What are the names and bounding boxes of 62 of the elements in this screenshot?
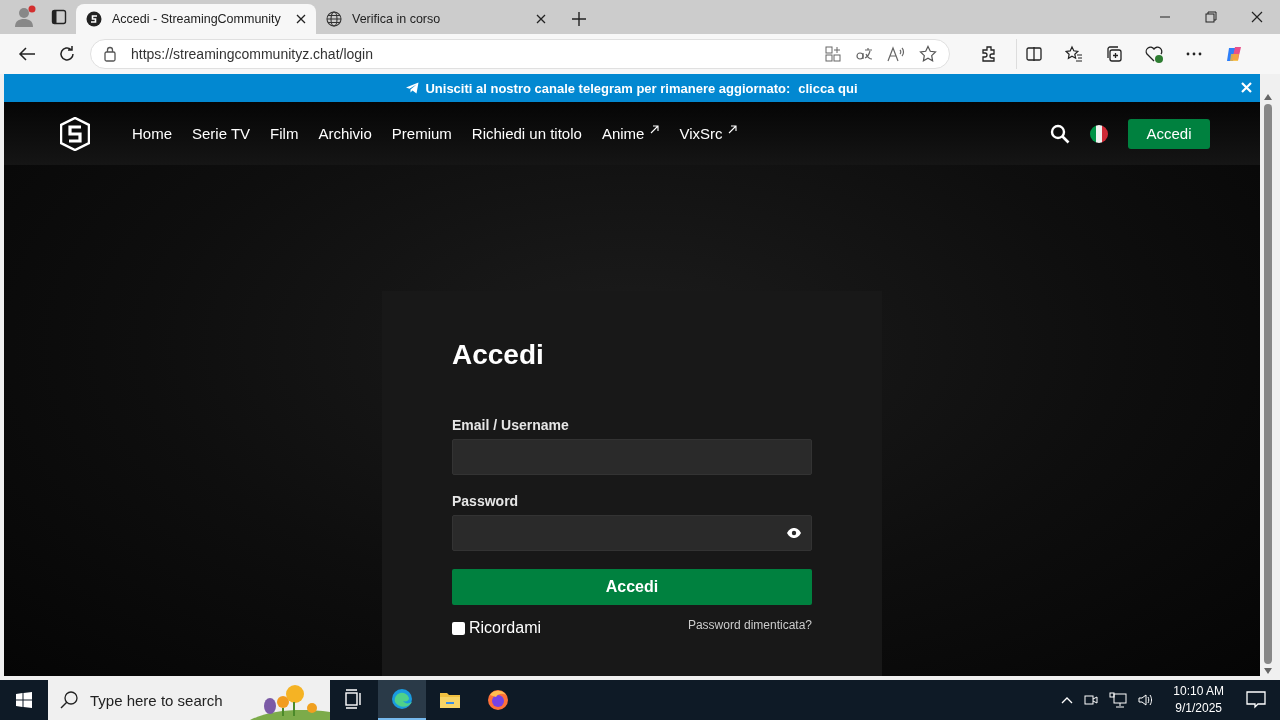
banner-link[interactable]: clicca qui [798, 80, 858, 96]
italy-flag-icon[interactable] [1090, 124, 1108, 143]
nav-link[interactable]: Home [132, 125, 172, 142]
profile-icon[interactable] [13, 5, 37, 29]
health-icon[interactable] [1145, 45, 1163, 63]
apps-icon[interactable] [825, 46, 841, 62]
firefox-icon[interactable] [487, 689, 509, 711]
nav-link[interactable]: Serie TV [192, 125, 251, 142]
nav-link[interactable]: Archivio [318, 125, 372, 142]
star-icon[interactable] [919, 45, 937, 63]
eye-icon[interactable] [787, 528, 801, 538]
search-icon[interactable] [1050, 123, 1070, 144]
close-icon[interactable] [1251, 11, 1263, 23]
tab-actions-icon[interactable] [51, 9, 67, 25]
nav-link[interactable]: Richiedi un titolo [471, 125, 582, 142]
field-label: Email / Username [452, 417, 570, 433]
search-icon [60, 691, 78, 709]
browser-tab[interactable]: Accedi - StreamingCommunity [76, 4, 316, 34]
nav-link[interactable]: VixSrc [679, 125, 738, 142]
chevron-up-icon[interactable] [1061, 696, 1074, 704]
globe-icon [326, 11, 342, 27]
refresh-icon[interactable] [58, 45, 76, 63]
site-logo-icon[interactable] [60, 116, 90, 151]
extensions-icon[interactable] [980, 45, 998, 63]
nav-link[interactable]: Premium [391, 125, 452, 142]
checkbox[interactable] [452, 621, 465, 635]
new-tab-icon[interactable] [571, 11, 587, 27]
camera-icon[interactable] [1083, 692, 1100, 708]
forgot-password-link[interactable]: Password dimenticata? [687, 618, 812, 632]
password-field[interactable] [452, 515, 812, 551]
field-label: Password [452, 493, 520, 509]
notification-icon[interactable] [1246, 691, 1266, 709]
close-icon[interactable] [296, 14, 306, 24]
username-field[interactable] [452, 439, 812, 475]
login-button[interactable]: Accedi [1128, 118, 1210, 149]
edge-browser-icon[interactable] [391, 688, 413, 710]
site-logo-icon [86, 11, 102, 27]
restore-icon[interactable] [1205, 11, 1217, 23]
scroll-up-icon[interactable] [1264, 94, 1272, 100]
browser-tab[interactable]: Verifica in corso [316, 4, 556, 34]
checkbox-label[interactable]: Ricordami [469, 619, 541, 637]
clock[interactable]: 10:10 AM 9/1/2025 [1173, 683, 1224, 717]
lock-icon [103, 46, 117, 62]
submit-button[interactable]: Accedi [452, 569, 812, 605]
back-icon[interactable] [18, 45, 36, 63]
translate-icon[interactable] [855, 46, 873, 62]
form-title: Accedi [452, 339, 545, 371]
scroll-down-icon[interactable] [1264, 668, 1272, 674]
close-icon[interactable] [536, 14, 546, 24]
favorites-icon[interactable] [1065, 45, 1083, 63]
telegram-icon [406, 82, 420, 94]
network-icon[interactable] [1109, 692, 1128, 708]
address-bar[interactable]: https://streamingcommunityz.chat/login [90, 39, 950, 69]
split-screen-icon[interactable] [1025, 45, 1043, 63]
collections-icon[interactable] [1105, 45, 1123, 63]
read-aloud-icon[interactable] [887, 46, 905, 62]
taskbar-search-field[interactable]: Type here to search [48, 680, 330, 720]
nav-link[interactable]: Film [270, 125, 299, 142]
nav-link[interactable]: Anime [601, 125, 660, 142]
windows-logo-icon[interactable] [16, 692, 32, 708]
copilot-icon[interactable] [1225, 45, 1243, 63]
banner-text: Unisciti al nostro canale telegram per rimanere aggiornato: [425, 80, 791, 96]
